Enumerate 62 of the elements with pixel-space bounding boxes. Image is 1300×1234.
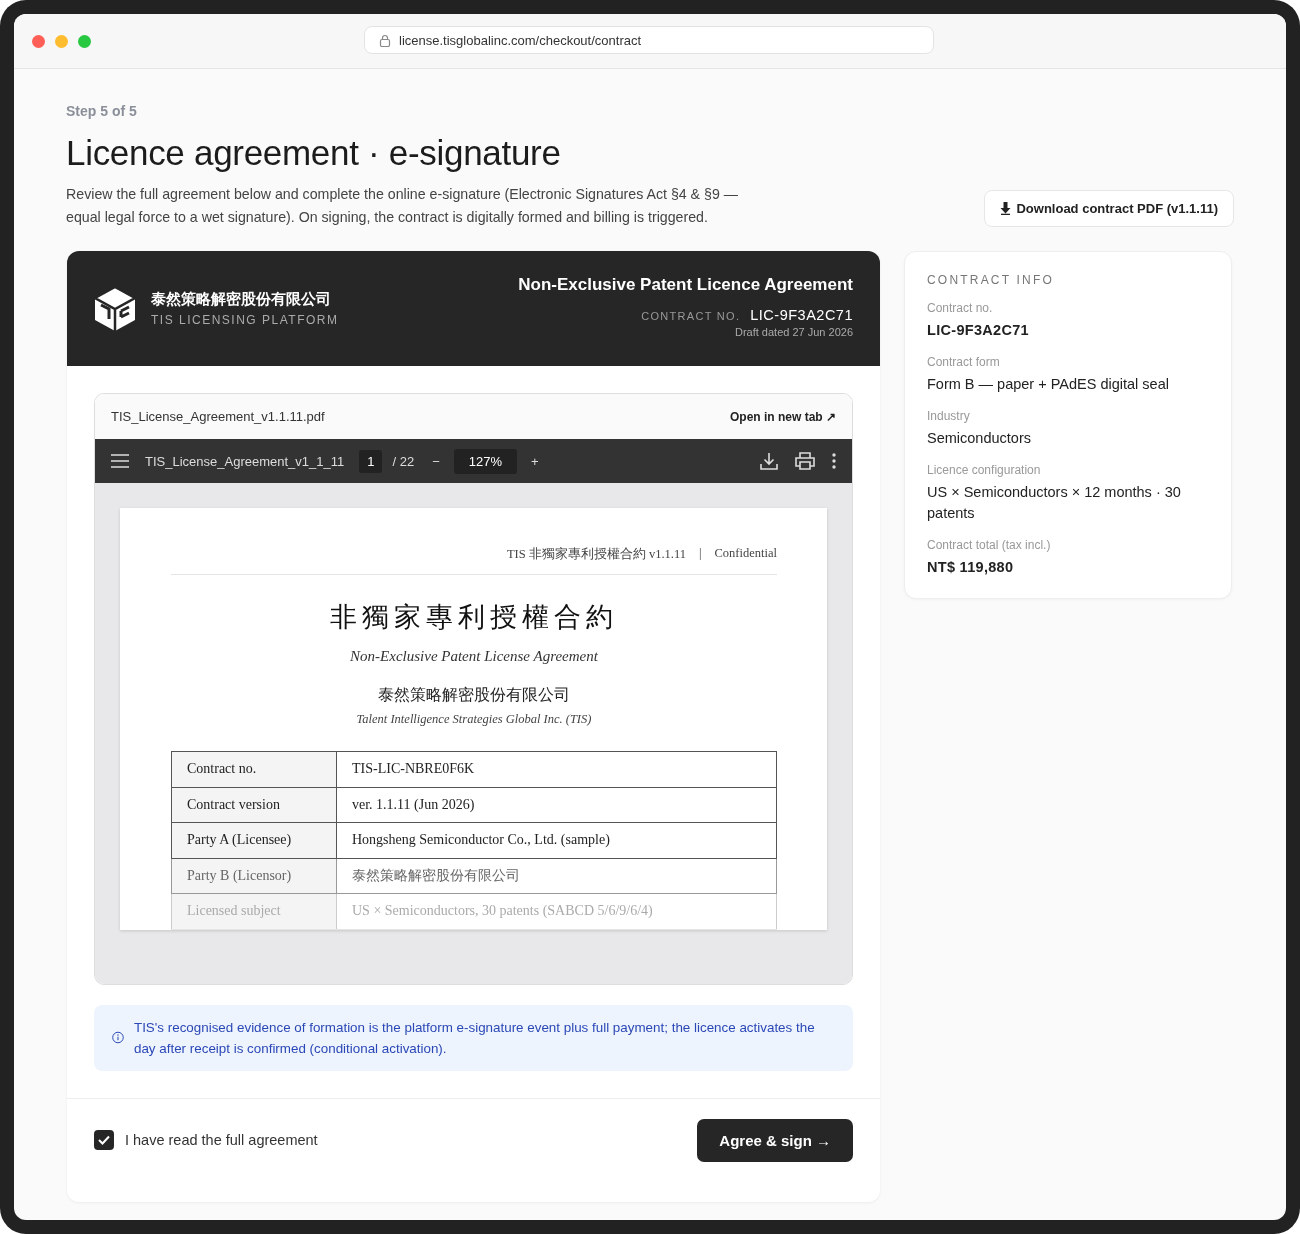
confidential-label: Confidential	[714, 546, 777, 562]
download-icon[interactable]	[760, 452, 778, 470]
download-icon	[1000, 202, 1012, 215]
close-window-icon[interactable]	[32, 34, 45, 48]
info-icon	[112, 1029, 124, 1046]
table-value-cell: ver. 1.1.11 (Jun 2026)	[336, 787, 777, 823]
field-value: Semiconductors	[927, 429, 1032, 448]
table-value-cell: Hongsheng Semiconductor Co., Ltd. (sample)	[336, 822, 777, 858]
field-label: Licence configuration	[927, 463, 1042, 477]
more-options-icon[interactable]	[832, 453, 836, 469]
open-in-new-tab-link[interactable]: Open in new tab ↗	[730, 409, 836, 424]
panel-heading: CONTRACT INFO	[927, 273, 1056, 287]
company-name: 泰然策略解密股份有限公司	[151, 290, 332, 309]
contract-number: LIC-9F3A2C71	[750, 307, 853, 323]
field-value: Form B — paper + PAdES digital seal	[927, 375, 1170, 394]
page-number-field[interactable]: 1	[359, 449, 383, 473]
document-name: TIS_License_Agreement_v1_1_11	[145, 453, 345, 469]
field-value: LIC-9F3A2C71	[927, 321, 1030, 340]
page-title: Licence agreement · e-signature	[66, 133, 562, 173]
document-subtitle: Non-Exclusive Patent License Agreement	[349, 648, 599, 665]
zoom-in-button[interactable]: +	[531, 453, 539, 469]
menu-icon[interactable]	[111, 454, 129, 468]
field-label: Contract total (tax incl.)	[927, 538, 1052, 552]
file-name: TIS_License_Agreement_v1.1.11.pdf	[111, 409, 325, 424]
checkbox-label: I have read the full agreement	[125, 1132, 318, 1148]
agreement-title: Non-Exclusive Patent Licence Agreement	[518, 275, 853, 295]
running-header: TIS 非獨家專利授權合約 v1.1.11	[506, 546, 686, 563]
table-label-cell: Party A (Licensee)	[171, 822, 337, 858]
contract-number-label: CONTRACT NO.	[641, 310, 741, 322]
download-pdf-button[interactable]: Download contract PDF (v1.1.11)	[984, 190, 1234, 227]
logo-icon	[95, 286, 135, 331]
table-label-cell: Contract no.	[171, 751, 337, 787]
address-bar[interactable]: license.tisglobalinc.com/checkout/contract	[364, 26, 934, 54]
draft-date: Draft dated 27 Jun 2026	[733, 326, 853, 338]
header-separator: |	[699, 546, 702, 562]
platform-label: TIS LICENSING PLATFORM	[151, 313, 339, 327]
lock-icon	[379, 33, 391, 47]
field-label: Industry	[927, 409, 971, 423]
table-label-cell: Party B (Licensor)	[171, 858, 337, 894]
table-value-cell: TIS-LIC-NBRE0F6K	[336, 751, 777, 787]
document-title: 非獨家專利授權合約	[329, 601, 619, 634]
zoom-level-field[interactable]: 127%	[453, 448, 517, 474]
agreement-checkbox[interactable]	[94, 1130, 114, 1150]
field-value: US × Semiconductors × 12 months · 30 patents	[927, 483, 1182, 523]
table-label-cell: Contract version	[171, 787, 337, 823]
table-value-cell: 泰然策略解密股份有限公司	[336, 858, 777, 894]
step-indicator: Step 5 of 5	[66, 103, 138, 119]
licensor-name: 泰然策略解密股份有限公司	[377, 685, 571, 705]
page-description: Review the full agreement below and complete the online e-signature (Electronic Signatures Act §4 & §9 — equal legal force to a wet signature). On signing, the contract is digitally formed and billing is triggered.	[66, 185, 739, 227]
field-label: Contract no.	[927, 301, 994, 315]
table-label-cell: Licensed subject	[171, 893, 337, 929]
notice-text: TIS's recognised evidence of formation is the platform e-signature event plus full payment; the licence activates the day after receipt is confirmed (conditional activation).	[133, 1018, 816, 1058]
table-value-cell: US × Semiconductors, 30 patents (SABCD 5/6/9/6/4)	[336, 893, 777, 929]
field-label: Contract form	[927, 355, 1001, 369]
checkmark-icon	[98, 1135, 110, 1145]
field-value: NT$ 119,880	[927, 558, 1015, 577]
agree-and-sign-button[interactable]: Agree & sign →	[697, 1118, 853, 1162]
url-text: license.tisglobalinc.com/checkout/contract	[399, 32, 642, 48]
print-icon[interactable]	[795, 452, 815, 470]
zoom-out-button[interactable]: −	[432, 453, 440, 469]
licensor-english-name: Talent Intelligence Strategies Global Inc. (TIS)	[355, 712, 593, 727]
page-count: / 22	[392, 453, 415, 469]
